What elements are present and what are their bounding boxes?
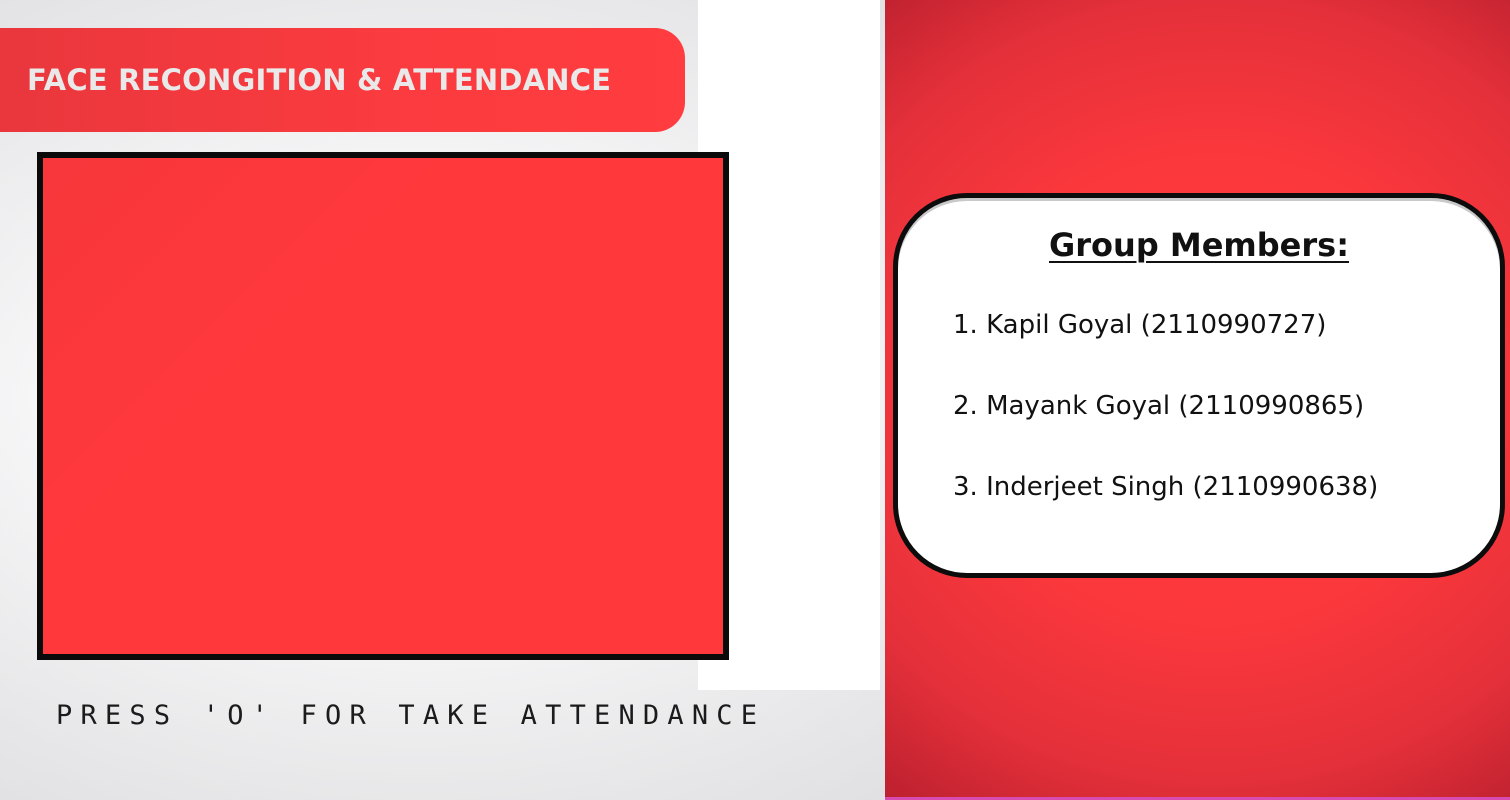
title-banner: FACE RECONGITION & ATTENDANCE <box>0 28 685 132</box>
member-item: 3. Inderjeet Singh (2110990638) <box>953 472 1379 502</box>
member-item: 2. Mayank Goyal (2110990865) <box>953 391 1365 421</box>
info-panel: Group Members: 1. Kapil Goyal (211099072… <box>885 0 1510 800</box>
key-hint: PRESS 'O' FOR TAKE ATTENDANCE <box>56 700 766 731</box>
main-panel: FACE RECONGITION & ATTENDANCE PRESS 'O' … <box>0 0 885 800</box>
group-members-card: Group Members: 1. Kapil Goyal (211099072… <box>893 193 1505 578</box>
group-members-heading: Group Members: <box>1049 226 1349 264</box>
app-title: FACE RECONGITION & ATTENDANCE <box>27 63 612 97</box>
member-item: 1. Kapil Goyal (2110990727) <box>953 310 1327 340</box>
camera-feed <box>37 152 729 660</box>
group-members-list: 1. Kapil Goyal (2110990727) 2. Mayank Go… <box>953 310 1378 553</box>
camera-feed-shade <box>43 158 723 654</box>
